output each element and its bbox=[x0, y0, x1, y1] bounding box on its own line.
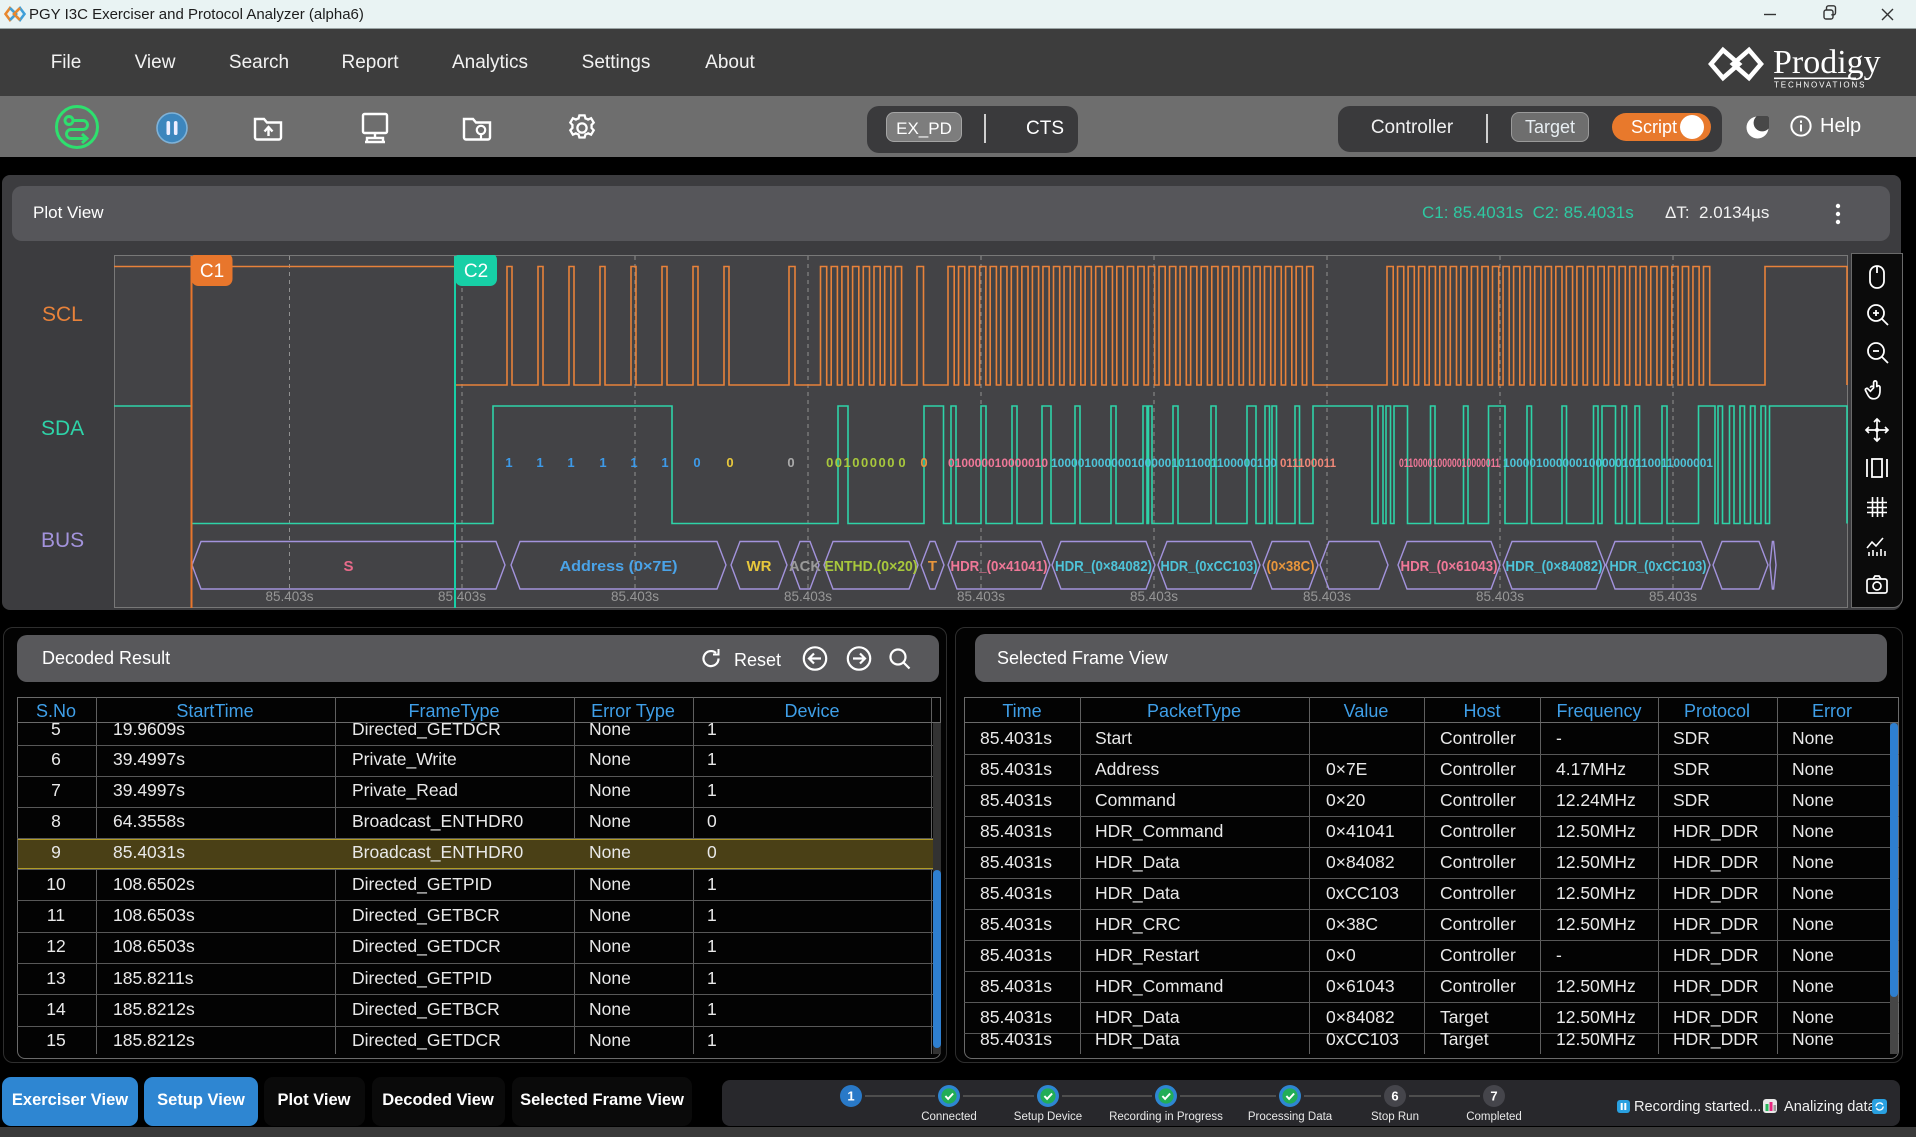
svg-text:6: 6 bbox=[1391, 1089, 1398, 1104]
svg-text:1: 1 bbox=[847, 1089, 854, 1104]
svg-text:Completed: Completed bbox=[1466, 1111, 1522, 1123]
svg-text:Reset: Reset bbox=[734, 650, 781, 670]
svg-text:Stop Run: Stop Run bbox=[1371, 1111, 1419, 1123]
svg-text:Processing Data: Processing Data bbox=[1248, 1111, 1333, 1123]
svg-text:Setup Device: Setup Device bbox=[1014, 1111, 1082, 1123]
svg-text:Analizing data: Analizing data bbox=[1784, 1099, 1877, 1115]
svg-text:Connected: Connected bbox=[921, 1111, 977, 1123]
svg-text:7: 7 bbox=[1490, 1089, 1497, 1104]
svg-text:Recording started...: Recording started... bbox=[1634, 1099, 1761, 1115]
svg-text:Recording in Progress: Recording in Progress bbox=[1109, 1111, 1223, 1123]
